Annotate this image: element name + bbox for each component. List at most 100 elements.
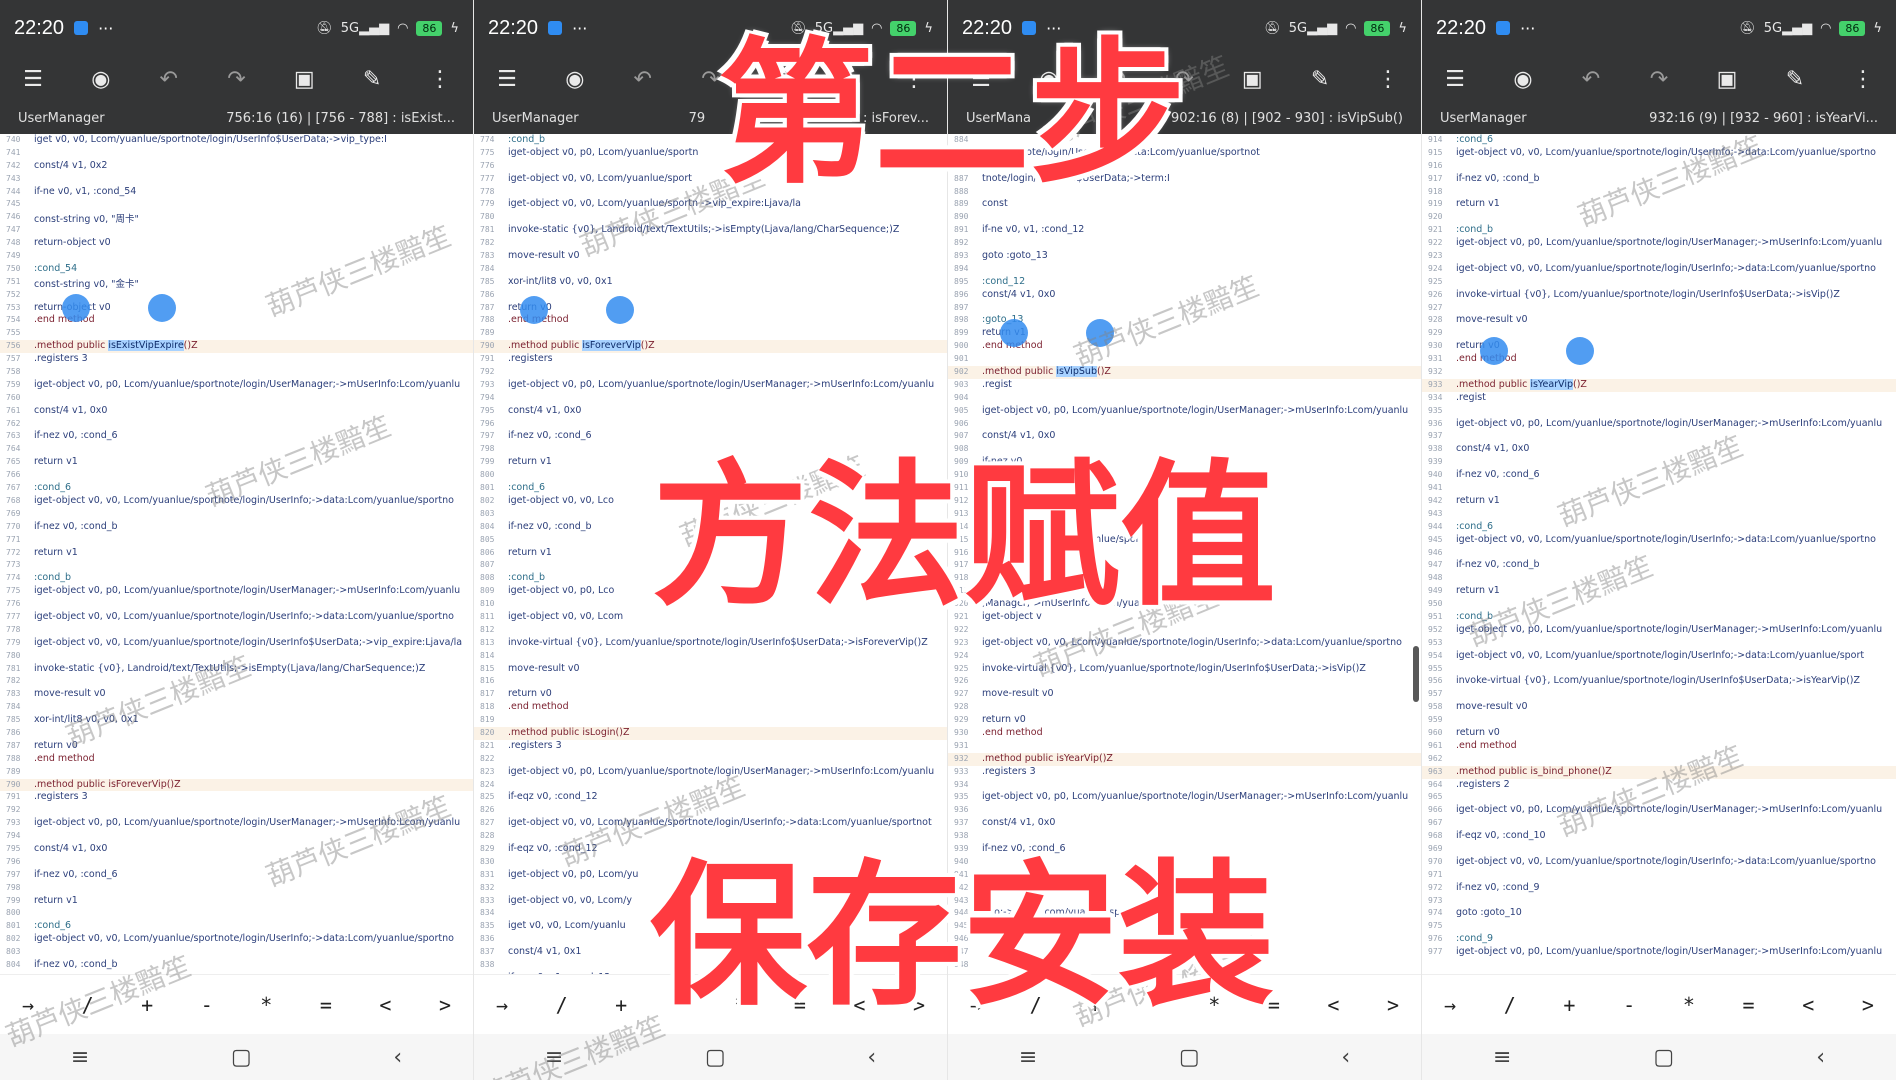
code-line: 772 return v1 [0,547,473,560]
nav-home-icon[interactable]: ▢ [231,1045,252,1070]
symbol-key[interactable]: / [556,993,568,1017]
more-icon[interactable]: ⋮ [1373,64,1403,94]
more-icon[interactable]: ⋮ [899,64,929,94]
symbol-key[interactable]: = [1743,993,1755,1017]
redo-icon[interactable]: ↷ [1169,64,1199,94]
undo-icon[interactable]: ↶ [628,64,658,94]
pencil-icon[interactable]: ✎ [1305,64,1335,94]
selection-handle-start[interactable] [1480,337,1508,365]
selected-method-name[interactable]: isYearVip [1530,378,1574,390]
nav-menu-icon[interactable]: ≡ [1019,1045,1037,1070]
nav-home-icon[interactable]: ▢ [1179,1045,1200,1070]
pencil-icon[interactable]: ✎ [1780,64,1810,94]
save-icon[interactable]: ▣ [289,64,319,94]
selection-handle-end[interactable] [1086,319,1114,347]
selection-handle-end[interactable] [606,296,634,324]
symbol-key[interactable]: = [1268,993,1280,1017]
line-number: 941 [1428,483,1443,493]
symbol-key[interactable]: = [320,993,332,1017]
selection-handle-start[interactable] [62,294,90,322]
nav-back-icon[interactable]: ‹ [867,1045,876,1070]
save-icon[interactable]: ▣ [763,64,793,94]
code-editor[interactable]: 914:cond_6 915 iget-object v0, v0, Lcom/yu… [1422,134,1896,974]
more-icon[interactable]: ⋮ [1848,64,1878,94]
symbol-key[interactable]: > [1387,993,1399,1017]
symbol-key[interactable]: → [22,993,34,1017]
nav-home-icon[interactable]: ▢ [705,1045,726,1070]
symbol-key[interactable]: → [496,993,508,1017]
redo-icon[interactable]: ↷ [1644,64,1674,94]
nav-back-icon[interactable]: ‹ [1816,1045,1825,1070]
symbol-key[interactable]: < [379,993,391,1017]
menu-icon[interactable]: ☰ [966,64,996,94]
nav-menu-icon[interactable]: ≡ [71,1045,89,1070]
symbol-key[interactable]: + [1089,993,1101,1017]
app-notification-icon [1496,21,1511,35]
symbol-key[interactable]: * [260,993,272,1017]
nav-back-icon[interactable]: ‹ [393,1045,402,1070]
symbol-key[interactable]: + [615,993,627,1017]
compass-icon[interactable]: ◉ [1034,64,1064,94]
symbol-key[interactable]: - [675,993,687,1017]
code-text: if-eqz v0, :cond_10 [1456,830,1546,842]
undo-icon[interactable]: ↶ [1576,64,1606,94]
charging-icon: ϟ [1873,20,1882,36]
symbol-key[interactable]: < [1327,993,1339,1017]
selection-handle-start[interactable] [1000,319,1028,347]
symbol-key[interactable]: - [1623,993,1635,1017]
symbol-key[interactable]: * [734,993,746,1017]
line-number: 797 [480,431,495,441]
compass-icon[interactable]: ◉ [1508,64,1538,94]
compass-icon[interactable]: ◉ [86,64,116,94]
menu-icon[interactable]: ☰ [492,64,522,94]
pencil-icon[interactable]: ✎ [831,64,861,94]
symbol-key[interactable]: → [970,993,982,1017]
code-text: .registers 2 [1456,778,1510,790]
symbol-key[interactable]: + [1563,993,1575,1017]
undo-icon[interactable]: ↶ [154,64,184,94]
symbol-key[interactable]: = [794,993,806,1017]
symbol-key[interactable]: < [1802,993,1814,1017]
symbol-key[interactable]: * [1683,993,1695,1017]
pencil-icon[interactable]: ✎ [357,64,387,94]
menu-icon[interactable]: ☰ [18,64,48,94]
code-text: if-eqz v0, :cond_12 [508,842,598,854]
symbol-key[interactable]: > [439,993,451,1017]
nav-home-icon[interactable]: ▢ [1653,1045,1674,1070]
symbol-key[interactable]: / [82,993,94,1017]
selected-method-name[interactable]: isVipSub [1056,366,1097,378]
compass-icon[interactable]: ◉ [560,64,590,94]
symbol-key[interactable]: + [141,993,153,1017]
more-icon[interactable]: ⋮ [425,64,455,94]
symbol-key[interactable]: / [1504,993,1516,1017]
symbol-key[interactable]: < [853,993,865,1017]
menu-icon[interactable]: ☰ [1440,64,1470,94]
symbol-key[interactable]: * [1208,993,1220,1017]
code-editor[interactable]: 774:cond_b 775 iget-object v0, p0, Lcom/yu… [474,134,947,974]
selected-method-name[interactable]: isExistVipExpire [108,340,184,352]
nav-menu-icon[interactable]: ≡ [1493,1045,1511,1070]
undo-icon[interactable]: ↶ [1102,64,1132,94]
nav-menu-icon[interactable]: ≡ [545,1045,563,1070]
nav-back-icon[interactable]: ‹ [1341,1045,1350,1070]
scrollbar-thumb[interactable] [1413,646,1419,702]
line-number: 794 [6,831,21,841]
save-icon[interactable]: ▣ [1237,64,1267,94]
selected-method-name[interactable]: isForeverVip [582,340,641,352]
selection-handle-start[interactable] [520,296,548,324]
symbol-key[interactable]: - [201,993,213,1017]
code-line: 973 [1422,895,1896,908]
selection-handle-end[interactable] [1566,337,1594,365]
save-icon[interactable]: ▣ [1712,64,1742,94]
symbol-key[interactable]: - [1149,993,1161,1017]
selection-handle-end[interactable] [148,294,176,322]
symbol-key[interactable]: > [913,993,925,1017]
symbol-key[interactable]: / [1030,993,1042,1017]
code-editor[interactable]: 884 885 iget- ortnote/login/UserInfo;->dat… [948,134,1421,974]
line-number: 958 [1428,702,1443,712]
symbol-key[interactable]: → [1444,993,1456,1017]
redo-icon[interactable]: ↷ [221,64,251,94]
symbol-key[interactable]: > [1862,993,1874,1017]
redo-icon[interactable]: ↷ [695,64,725,94]
code-editor[interactable]: 740 iget v0, v0, Lcom/yuanlue/sportnote/l… [0,134,473,974]
